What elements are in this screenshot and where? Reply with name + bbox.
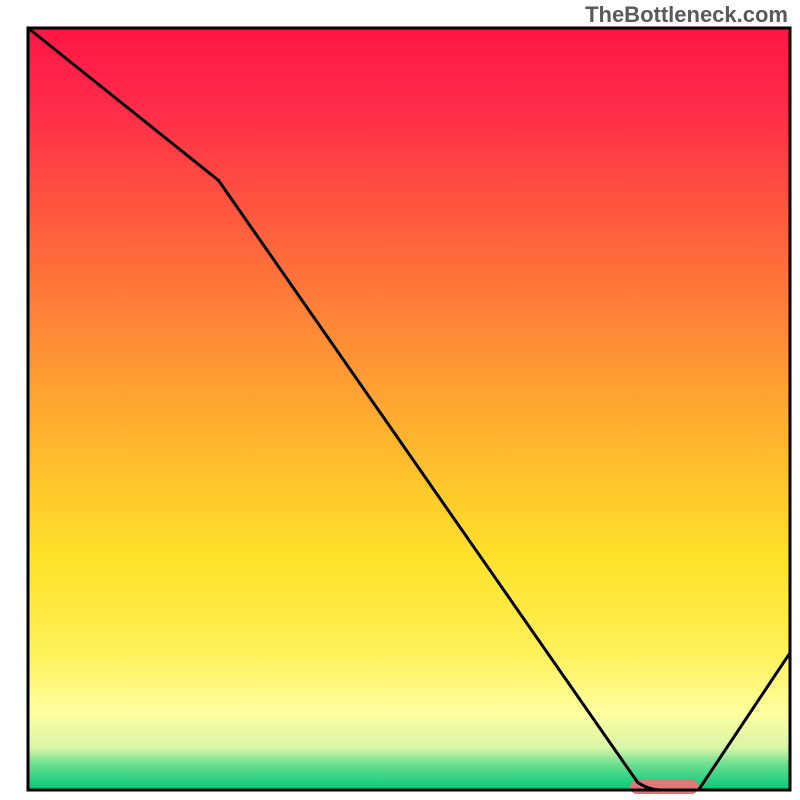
- watermark-text: TheBottleneck.com: [585, 2, 788, 28]
- bottleneck-chart: TheBottleneck.com: [0, 0, 800, 800]
- chart-svg: [0, 0, 800, 800]
